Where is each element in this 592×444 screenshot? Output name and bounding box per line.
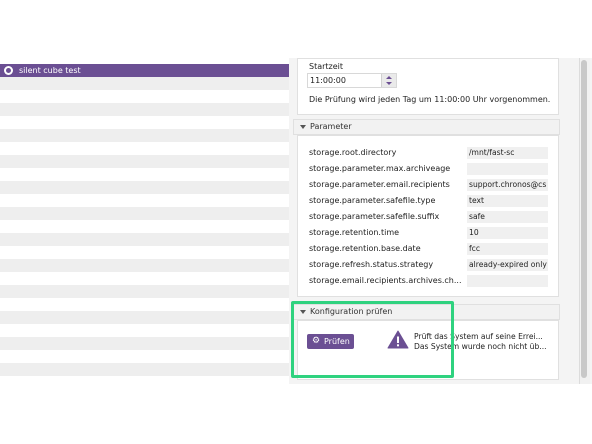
parameter-value-field[interactable]: safe (467, 211, 548, 223)
parameter-value-field[interactable]: text (467, 195, 548, 207)
list-item[interactable] (0, 181, 289, 194)
list-item[interactable] (0, 324, 289, 337)
start-time-label: Startzeit (309, 62, 344, 71)
list-item[interactable] (0, 116, 289, 129)
parameter-label: storage.parameter.max.archiveage (309, 164, 451, 173)
list-item-selected[interactable]: silent cube test (0, 64, 289, 77)
list-item[interactable] (0, 350, 289, 363)
parameter-label: storage.root.directory (309, 148, 397, 157)
parameter-label: storage.retention.base.date (309, 244, 421, 253)
parameter-label: storage.parameter.email.recipients (309, 180, 450, 189)
parameter-label: storage.retention.time (309, 228, 400, 237)
parameter-label: storage.email.recipients.archives.ch... (309, 276, 462, 285)
list-item[interactable] (0, 168, 289, 181)
collapse-triangle-icon (300, 125, 306, 129)
selected-item-icon (4, 66, 13, 75)
parameter-label: storage.parameter.safefile.suffix (309, 212, 440, 221)
parameter-label: storage.parameter.safefile.type (309, 196, 436, 205)
list-item[interactable] (0, 285, 289, 298)
start-time-field[interactable]: 11:00:00 (307, 73, 397, 88)
list-item[interactable] (0, 103, 289, 116)
list-item[interactable] (0, 311, 289, 324)
list-item[interactable] (0, 363, 289, 376)
list-item[interactable] (0, 259, 289, 272)
list-item[interactable] (0, 90, 289, 103)
time-spinner[interactable] (381, 74, 396, 87)
list-item[interactable] (0, 272, 289, 285)
list-item[interactable] (0, 220, 289, 233)
spin-up-icon[interactable] (386, 76, 392, 79)
parameter-value-field[interactable]: /mnt/fast-sc (467, 147, 548, 159)
list-item-label: silent cube test (19, 66, 81, 75)
parameter-value-field[interactable]: support.chronos@cs (467, 179, 548, 191)
list-item[interactable] (0, 142, 289, 155)
spin-down-icon[interactable] (386, 82, 392, 85)
parameter-section-header[interactable]: Parameter (293, 119, 560, 135)
list-item[interactable] (0, 129, 289, 142)
parameter-value-field[interactable]: 10 (467, 227, 548, 239)
list-item[interactable] (0, 376, 289, 389)
list-item[interactable] (0, 337, 289, 350)
list-item[interactable] (0, 194, 289, 207)
item-list: silent cube test (0, 58, 289, 384)
parameter-section-title: Parameter (310, 122, 352, 131)
list-item[interactable] (0, 77, 289, 90)
parameter-value-field[interactable] (467, 163, 548, 175)
parameter-value-field[interactable] (467, 275, 548, 287)
parameter-label: storage.refresh.status.strategy (309, 260, 434, 269)
highlight-frame (291, 301, 454, 378)
parameter-value-field[interactable]: fcc (467, 243, 548, 255)
start-time-value: 11:00:00 (310, 76, 346, 85)
list-item[interactable] (0, 207, 289, 220)
parameter-value-field[interactable]: already-expired only (467, 259, 548, 271)
list-item[interactable] (0, 233, 289, 246)
schedule-description: Die Prüfung wird jeden Tag um 11:00:00 U… (309, 95, 551, 104)
list-item[interactable] (0, 155, 289, 168)
scrollbar-thumb[interactable] (581, 60, 587, 378)
list-item[interactable] (0, 298, 289, 311)
list-item[interactable] (0, 246, 289, 259)
